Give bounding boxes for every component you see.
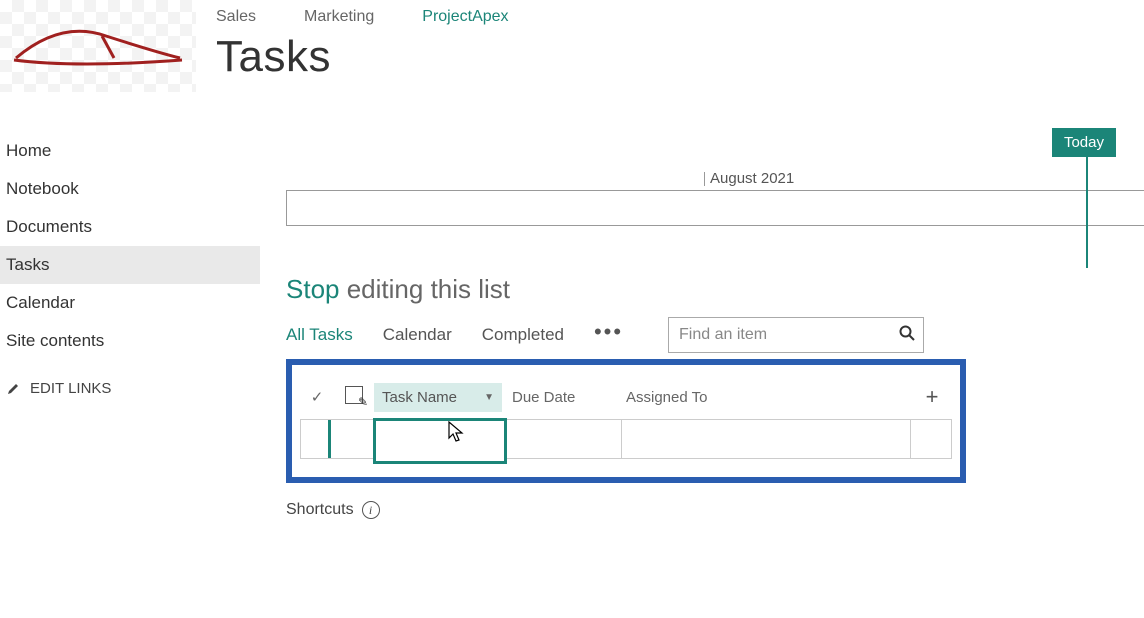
pencil-icon bbox=[6, 382, 20, 396]
nav-home[interactable]: Home bbox=[0, 132, 260, 170]
column-task-name-label: Task Name bbox=[382, 389, 457, 406]
info-icon[interactable]: i bbox=[362, 501, 380, 519]
search-input[interactable] bbox=[677, 325, 899, 345]
edit-mode-header: Stop editing this list bbox=[286, 274, 1144, 305]
cell-extra[interactable] bbox=[911, 420, 951, 458]
top-nav-projectapex[interactable]: ProjectApex bbox=[422, 8, 508, 26]
today-marker-line bbox=[1086, 156, 1088, 268]
cell-complete[interactable] bbox=[301, 420, 329, 458]
top-nav: Sales Marketing ProjectApex bbox=[216, 0, 509, 26]
left-nav: Home Notebook Documents Tasks Calendar S… bbox=[0, 132, 260, 397]
more-views-button[interactable]: ••• bbox=[594, 327, 623, 343]
timeline-box[interactable] bbox=[286, 190, 1144, 226]
task-row-new[interactable] bbox=[300, 419, 952, 459]
view-completed[interactable]: Completed bbox=[482, 325, 564, 345]
page-title: Tasks bbox=[216, 32, 509, 82]
search-icon[interactable] bbox=[899, 325, 915, 346]
edit-links-button[interactable]: EDIT LINKS bbox=[0, 380, 260, 397]
nav-documents[interactable]: Documents bbox=[0, 208, 260, 246]
top-nav-marketing[interactable]: Marketing bbox=[304, 8, 374, 26]
view-calendar[interactable]: Calendar bbox=[383, 325, 452, 345]
nav-tasks[interactable]: Tasks bbox=[0, 246, 260, 284]
shortcuts-row[interactable]: Shortcuts i bbox=[286, 501, 1144, 519]
today-badge: Today bbox=[1052, 128, 1116, 157]
site-logo[interactable] bbox=[0, 0, 196, 92]
nav-notebook[interactable]: Notebook bbox=[0, 170, 260, 208]
timeline-month-label: August 2021 bbox=[710, 170, 794, 187]
stop-editing-link[interactable]: Stop bbox=[286, 274, 340, 304]
complete-column-icon[interactable]: ✓ bbox=[300, 388, 334, 406]
cell-select[interactable] bbox=[328, 420, 374, 458]
cell-task-name-active[interactable] bbox=[373, 418, 507, 464]
cell-due-date[interactable] bbox=[506, 420, 622, 458]
column-assigned-to[interactable]: Assigned To bbox=[616, 389, 912, 406]
column-task-name[interactable]: Task Name ▼ bbox=[374, 383, 502, 412]
shortcuts-label: Shortcuts bbox=[286, 501, 354, 519]
timeline: Today August 2021 bbox=[286, 128, 1144, 274]
edit-mode-rest: editing this list bbox=[340, 274, 511, 304]
task-grid: ✓ Task Name ▼ Due Date Assigned To + bbox=[286, 359, 966, 483]
search-box[interactable] bbox=[668, 317, 924, 353]
view-all-tasks[interactable]: All Tasks bbox=[286, 325, 353, 345]
add-column-button[interactable]: + bbox=[912, 384, 952, 410]
column-due-date[interactable]: Due Date bbox=[502, 389, 616, 406]
edit-links-label: EDIT LINKS bbox=[30, 380, 111, 397]
select-all-icon[interactable] bbox=[334, 386, 374, 408]
nav-calendar[interactable]: Calendar bbox=[0, 284, 260, 322]
grid-header-row: ✓ Task Name ▼ Due Date Assigned To + bbox=[300, 375, 952, 419]
cell-assigned-to[interactable] bbox=[622, 420, 911, 458]
nav-site-contents[interactable]: Site contents bbox=[0, 322, 260, 360]
top-nav-sales[interactable]: Sales bbox=[216, 8, 256, 26]
chevron-down-icon[interactable]: ▼ bbox=[484, 392, 494, 403]
